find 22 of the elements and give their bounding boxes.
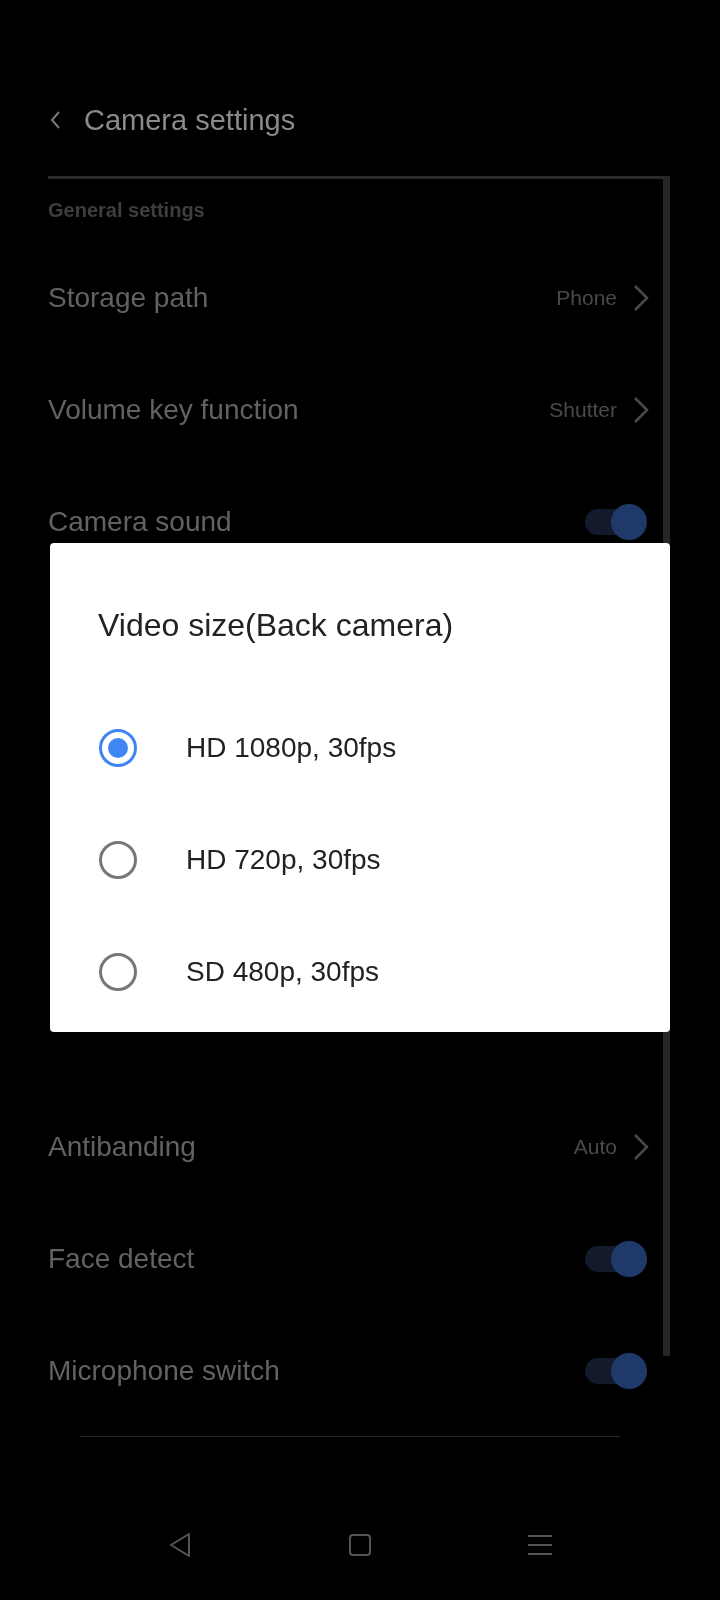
chevron-right-icon (633, 396, 649, 424)
chevron-right-icon (633, 284, 649, 312)
option-label[interactable]: SD 480p, 30fps (186, 956, 380, 988)
radio-button[interactable] (98, 952, 138, 992)
setting-value: Phone (556, 286, 617, 310)
setting-label: Camera sound (48, 506, 233, 538)
option-label[interactable]: HD 720p, 30fps (186, 844, 381, 876)
toggle-switch[interactable] (583, 1353, 649, 1389)
radio-button[interactable] (98, 728, 138, 768)
radio-button[interactable] (98, 840, 138, 880)
option-label[interactable]: HD 1080p, 30fps (186, 732, 397, 764)
toggle-switch[interactable] (583, 504, 649, 540)
section-title: General settings (48, 198, 206, 223)
setting-value: Shutter (549, 398, 617, 422)
page-title: Camera settings (84, 103, 296, 137)
dialog-title: Video size(Back camera) (98, 607, 454, 644)
chevron-right-icon (633, 1133, 649, 1161)
setting-label: Face detect (48, 1243, 196, 1275)
setting-label: Microphone switch (48, 1355, 281, 1387)
back-icon[interactable] (48, 109, 62, 131)
setting-value: Auto (573, 1135, 617, 1159)
toggle-switch[interactable] (583, 1241, 649, 1277)
